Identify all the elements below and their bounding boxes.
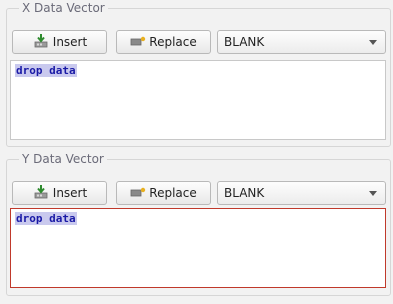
y-replace-label: Replace (149, 186, 197, 200)
replace-icon (130, 186, 146, 201)
y-source-select[interactable]: BLANK (217, 181, 386, 205)
x-data-vector-title: X Data Vector (19, 1, 108, 15)
y-insert-label: Insert (52, 186, 88, 200)
y-replace-button[interactable]: Replace (116, 181, 211, 205)
y-data-vector-group: Y Data Vector Insert Replace BLANK drop … (6, 152, 391, 296)
x-insert-label: Insert (52, 35, 88, 49)
x-replace-label: Replace (149, 35, 197, 49)
x-drop-placeholder: drop data (15, 64, 77, 77)
x-insert-button[interactable]: Insert (12, 30, 107, 54)
x-replace-button[interactable]: Replace (116, 30, 211, 54)
chevron-down-icon (369, 40, 377, 45)
x-source-select[interactable]: BLANK (217, 30, 386, 54)
y-drop-area[interactable]: drop data (10, 208, 386, 288)
replace-icon (130, 35, 146, 50)
y-source-select-value: BLANK (224, 186, 265, 200)
insert-icon (32, 184, 50, 203)
x-data-vector-group: X Data Vector Insert Replace BLANK drop … (6, 1, 391, 147)
y-data-vector-title: Y Data Vector (19, 152, 107, 166)
insert-icon (32, 33, 50, 52)
x-drop-area[interactable]: drop data (10, 60, 386, 140)
y-insert-button[interactable]: Insert (12, 181, 107, 205)
y-drop-placeholder: drop data (15, 212, 77, 225)
chevron-down-icon (369, 191, 377, 196)
x-source-select-value: BLANK (224, 35, 265, 49)
